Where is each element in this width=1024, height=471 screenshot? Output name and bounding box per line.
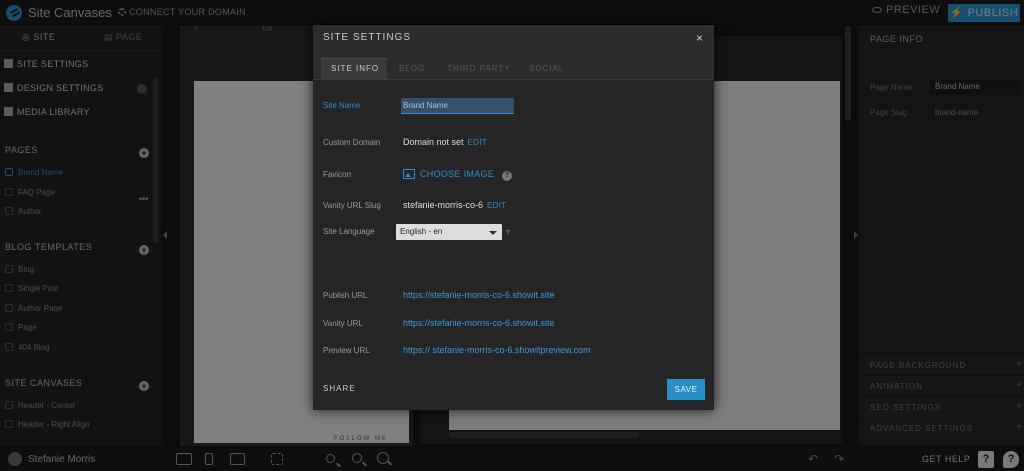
tab-third-party[interactable]: THIRD PARTY <box>447 64 511 73</box>
save-button[interactable]: SAVE <box>667 379 705 400</box>
site-language-label: Site Language <box>323 227 375 236</box>
preview-url-link[interactable]: https:// stefanie-morris-co-6.showitprev… <box>403 345 591 355</box>
site-name-label: Site Name <box>323 101 361 110</box>
edit-slug-link[interactable]: EDIT <box>487 201 506 210</box>
edit-domain-link[interactable]: EDIT <box>468 138 487 147</box>
vanity-slug-value: stefanie-morris-co-6 <box>403 200 484 210</box>
choose-image-button[interactable]: CHOOSE IMAGE <box>420 169 494 179</box>
modal-title: SITE SETTINGS <box>323 32 412 43</box>
favicon-field: CHOOSE IMAGE? <box>403 169 513 181</box>
share-button[interactable]: SHARE <box>323 384 356 393</box>
site-language-select[interactable]: English - en <box>396 224 502 240</box>
vanity-slug-label: Vanity URL Slug <box>323 201 381 210</box>
vanity-slug-field: stefanie-morris-co-6 EDIT <box>403 200 506 210</box>
custom-domain-value: Domain not set <box>403 137 464 147</box>
image-icon <box>403 169 415 179</box>
vanity-url-label: Vanity URL <box>323 319 363 328</box>
publish-url-label: Publish URL <box>323 291 368 300</box>
vanity-url-link[interactable]: https://stefanie-morris-co-6.showit.site <box>403 318 555 328</box>
tab-social[interactable]: SOCIAL <box>529 64 564 73</box>
tab-site-info[interactable]: SITE INFO <box>331 64 379 73</box>
preview-url-label: Preview URL <box>323 346 370 355</box>
close-icon[interactable]: × <box>696 31 703 45</box>
tab-blog[interactable]: BLOG <box>399 64 425 73</box>
modal-tabs: SITE INFO BLOG THIRD PARTY SOCIAL <box>313 56 714 81</box>
publish-url-link[interactable]: https://stefanie-morris-co-6.showit.site <box>403 290 555 300</box>
modal-body: Site Name Custom Domain Domain not set ED… <box>313 80 714 410</box>
help-icon[interactable]: ? <box>502 171 513 181</box>
site-name-input[interactable] <box>401 98 514 114</box>
favicon-label: Favicon <box>323 170 352 179</box>
language-help-icon[interactable]: ? <box>506 230 510 237</box>
site-settings-modal: SITE SETTINGS × SITE INFO BLOG THIRD PAR… <box>313 25 714 410</box>
custom-domain-label: Custom Domain <box>323 138 381 147</box>
custom-domain-field: Domain not set EDIT <box>403 137 487 147</box>
